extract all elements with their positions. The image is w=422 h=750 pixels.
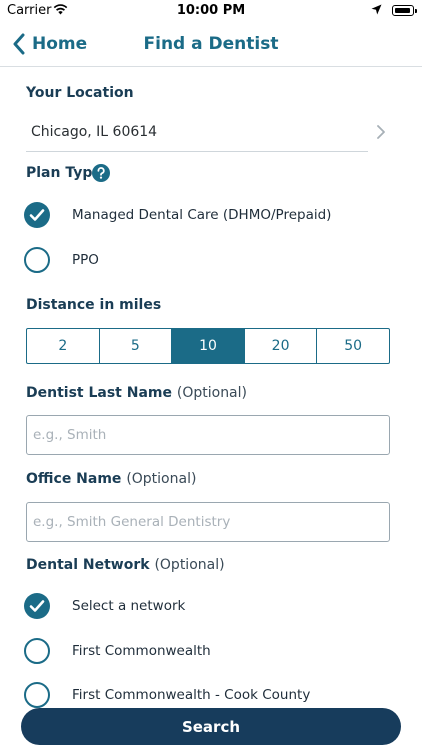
location-value: Chicago, IL 60614	[31, 124, 158, 140]
distance-option-20[interactable]: 20	[245, 329, 318, 363]
distance-label: Distance in miles	[26, 297, 162, 313]
office-name-input[interactable]	[26, 502, 390, 542]
network-option-first-commonwealth[interactable]: First Commonwealth	[22, 638, 382, 668]
plan-option-dhmo[interactable]: Managed Dental Care (DHMO/Prepaid)	[22, 202, 382, 232]
distance-option-2[interactable]: 2	[27, 329, 100, 363]
office-name-label-text: Office Name	[26, 471, 122, 487]
location-arrow-icon	[371, 4, 382, 15]
plan-option-label: PPO	[72, 252, 99, 268]
search-button[interactable]: Search	[21, 708, 401, 745]
location-label: Your Location	[26, 85, 134, 101]
network-option-label: Select a network	[72, 598, 186, 614]
checkmark-icon	[29, 209, 45, 221]
optional-tag: (Optional)	[176, 385, 247, 401]
dentist-last-name-input[interactable]	[26, 415, 390, 455]
distance-option-50[interactable]: 50	[317, 329, 389, 363]
clock-label: 10:00 PM	[176, 3, 246, 18]
dentist-last-name-label-text: Dentist Last Name	[26, 385, 172, 401]
radio-checked-icon	[24, 202, 50, 228]
plan-option-ppo[interactable]: PPO	[22, 247, 382, 277]
network-option-select[interactable]: Select a network	[22, 593, 382, 623]
distance-option-5[interactable]: 5	[100, 329, 173, 363]
network-option-label: First Commonwealth	[72, 643, 211, 659]
status-bar: Carrier 10:00 PM	[0, 0, 422, 22]
distance-option-10[interactable]: 10	[172, 329, 245, 363]
radio-unchecked-icon	[24, 247, 50, 273]
distance-segmented-control: 2 5 10 20 50	[26, 328, 390, 364]
find-dentist-screen: Carrier 10:00 PM Home Find a Dentist You…	[0, 0, 422, 750]
radio-unchecked-icon	[24, 682, 50, 708]
location-selector[interactable]: Chicago, IL 60614	[26, 113, 368, 152]
optional-tag: (Optional)	[154, 557, 225, 573]
network-option-label: First Commonwealth - Cook County	[72, 687, 311, 703]
radio-unchecked-icon	[24, 638, 50, 664]
dentist-last-name-label: Dentist Last Name (Optional)	[26, 385, 247, 401]
checkmark-icon	[29, 600, 45, 612]
plan-type-label: Plan Type	[26, 165, 102, 181]
plan-option-label: Managed Dental Care (DHMO/Prepaid)	[72, 207, 332, 223]
dental-network-label: Dental Network (Optional)	[26, 557, 225, 573]
optional-tag: (Optional)	[126, 471, 197, 487]
help-icon[interactable]	[92, 164, 110, 182]
radio-checked-icon	[24, 593, 50, 619]
office-name-label: Office Name (Optional)	[26, 471, 196, 487]
page-title: Find a Dentist	[143, 34, 279, 54]
battery-icon	[392, 5, 417, 16]
chevron-right-icon	[377, 125, 385, 139]
navigation-bar: Home Find a Dentist	[0, 22, 422, 67]
dental-network-label-text: Dental Network	[26, 557, 150, 573]
